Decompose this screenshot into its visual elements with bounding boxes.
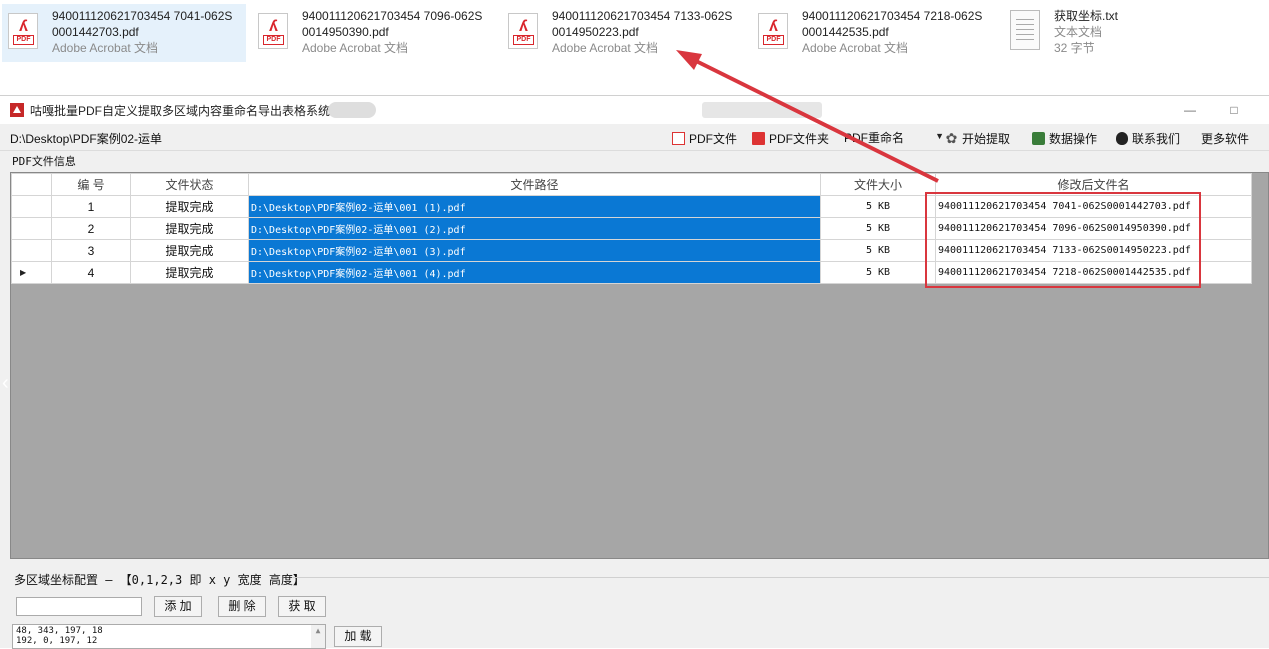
file-name: 获取坐标.txt xyxy=(1054,9,1119,23)
file-name-line1: 940011120621703454 7096-062S xyxy=(302,9,483,23)
text-file-icon xyxy=(1010,10,1046,54)
coords-line: 48, 343, 197, 18 xyxy=(16,626,103,636)
file-name-line2: 0014950223.pdf xyxy=(552,25,639,39)
file-size: 32 字节 xyxy=(1054,41,1095,55)
pdf-file-icon: ʎ PDF xyxy=(508,10,544,54)
cell-no[interactable]: 2 xyxy=(51,217,131,240)
cell-path[interactable]: D:\Desktop\PDF案例02-运单\001 (3).pdf xyxy=(248,239,821,262)
file-item-3[interactable]: ʎ PDF 940011120621703454 7133-062S 001495… xyxy=(502,4,746,62)
col-header-status[interactable]: 文件状态 xyxy=(130,173,249,196)
app-logo-icon xyxy=(10,103,24,117)
cell-status[interactable]: 提取完成 xyxy=(130,261,249,284)
cell-newname[interactable]: 940011120621703454 7133-062S0014950223.p… xyxy=(935,239,1252,262)
pdf-file-icon: ʎ PDF xyxy=(758,10,794,54)
row-header[interactable] xyxy=(11,195,52,218)
pdf-folder-button[interactable]: PDF文件夹 xyxy=(752,128,829,148)
file-item-2[interactable]: ʎ PDF 940011120621703454 7096-062S 001495… xyxy=(252,4,496,62)
coords-input[interactable] xyxy=(16,597,142,616)
cell-size[interactable]: 5 KB xyxy=(820,239,936,262)
get-button[interactable]: 获 取 xyxy=(278,596,326,617)
qq-icon xyxy=(1116,131,1128,145)
start-extract-button[interactable]: ✿ 开始提取 xyxy=(945,128,1010,148)
pdf-file-icon: ʎ PDF xyxy=(8,10,44,54)
cell-path[interactable]: D:\Desktop\PDF案例02-运单\001 (1).pdf xyxy=(248,195,821,218)
cell-no[interactable]: 1 xyxy=(51,195,131,218)
file-name-line2: 0014950390.pdf xyxy=(302,25,389,39)
redacted-block xyxy=(328,102,376,118)
toolbar: D:\Desktop\PDF案例02-运单 PDF文件 PDF文件夹 PDF重命… xyxy=(0,124,1269,217)
file-item-1[interactable]: ʎ PDF 940011120621703454 7041-062S 000144… xyxy=(2,4,246,62)
rename-select[interactable]: PDF重命名 ▼ xyxy=(844,128,944,148)
scroll-up-icon[interactable]: ▲ xyxy=(311,625,325,648)
pdf-icon xyxy=(672,131,685,145)
window-title: 咕嘎批量PDF自定义提取多区域内容重命名导出表格系统 xyxy=(30,103,331,118)
cell-size[interactable]: 5 KB xyxy=(820,195,936,218)
cell-status[interactable]: 提取完成 xyxy=(130,195,249,218)
pdf-file-button[interactable]: PDF文件 xyxy=(672,128,737,148)
col-header-size[interactable]: 文件大小 xyxy=(820,173,936,196)
redacted-block xyxy=(702,102,822,118)
file-name-line2: 0001442703.pdf xyxy=(52,25,139,39)
coords-list[interactable]: 48, 343, 197, 18 192, 0, 197, 12 ▲ xyxy=(12,624,326,649)
cell-no[interactable]: 4 xyxy=(51,261,131,284)
cell-status[interactable]: 提取完成 xyxy=(130,217,249,240)
load-button[interactable]: 加 载 xyxy=(334,626,382,647)
col-header-no[interactable]: 编 号 xyxy=(51,173,131,196)
file-type: Adobe Acrobat 文档 xyxy=(802,41,909,55)
current-folder-path: D:\Desktop\PDF案例02-运单 xyxy=(10,132,163,146)
file-item-5[interactable]: 获取坐标.txt 文本文档 32 字节 xyxy=(1004,4,1154,62)
chevron-left-icon: ‹ xyxy=(2,372,9,394)
col-header-path[interactable]: 文件路径 xyxy=(248,173,821,196)
divider xyxy=(292,577,1269,578)
coords-line: 192, 0, 197, 12 xyxy=(16,636,98,646)
cell-path[interactable]: D:\Desktop\PDF案例02-运单\001 (4).pdf xyxy=(248,261,821,284)
minimize-button[interactable]: — xyxy=(1178,100,1202,120)
file-grid[interactable]: 编 号 文件状态 文件路径 文件大小 修改后文件名 1 提取完成 D:\Desk… xyxy=(10,172,1269,559)
cell-newname[interactable]: 940011120621703454 7096-062S0014950390.p… xyxy=(935,217,1252,240)
file-explorer-strip: ʎ PDF 940011120621703454 7041-062S 000144… xyxy=(0,0,1269,92)
add-button[interactable]: 添 加 xyxy=(154,596,202,617)
contact-button[interactable]: 联系我们 xyxy=(1116,128,1180,148)
file-type: 文本文档 xyxy=(1054,25,1103,39)
file-name-line1: 940011120621703454 7041-062S xyxy=(52,9,233,23)
cell-path[interactable]: D:\Desktop\PDF案例02-运单\001 (2).pdf xyxy=(248,217,821,240)
coords-config-label: 多区域坐标配置 — 【0,1,2,3 即 x y 宽度 高度】 xyxy=(14,573,305,587)
cell-status[interactable]: 提取完成 xyxy=(130,239,249,262)
more-software-button[interactable]: 更多软件 xyxy=(1201,128,1249,217)
grid-header-row: 编 号 文件状态 文件路径 文件大小 修改后文件名 xyxy=(11,173,1252,196)
cell-newname[interactable]: 940011120621703454 7041-062S0001442703.p… xyxy=(935,195,1252,218)
file-type: Adobe Acrobat 文档 xyxy=(302,41,409,55)
file-item-4[interactable]: ʎ PDF 940011120621703454 7218-062S 000144… xyxy=(752,4,996,62)
app-window: 咕嘎批量PDF自定义提取多区域内容重命名导出表格系统 — □ D:\Deskto… xyxy=(0,95,1269,649)
file-name-line1: 940011120621703454 7218-062S xyxy=(802,9,983,23)
cell-size[interactable]: 5 KB xyxy=(820,217,936,240)
gear-icon: ✿ xyxy=(945,129,958,146)
table-row[interactable]: 1 提取完成 D:\Desktop\PDF案例02-运单\001 (1).pdf… xyxy=(11,195,1252,218)
data-ops-button[interactable]: 数据操作 xyxy=(1032,128,1097,148)
col-header-newname[interactable]: 修改后文件名 xyxy=(935,173,1252,196)
title-bar[interactable]: 咕嘎批量PDF自定义提取多区域内容重命名导出表格系统 — □ xyxy=(0,96,1269,124)
current-row-marker-icon[interactable]: ▶ xyxy=(11,261,52,284)
folder-icon xyxy=(752,131,765,145)
cell-size[interactable]: 5 KB xyxy=(820,261,936,284)
group-label: PDF文件信息 xyxy=(12,155,76,168)
row-header[interactable] xyxy=(11,239,52,262)
table-row[interactable]: ▶ 4 提取完成 D:\Desktop\PDF案例02-运单\001 (4).p… xyxy=(11,261,1252,284)
row-header-corner xyxy=(11,173,52,196)
chevron-down-icon: ▼ xyxy=(935,131,944,141)
maximize-button[interactable]: □ xyxy=(1222,100,1246,120)
row-header[interactable] xyxy=(11,217,52,240)
table-row[interactable]: 2 提取完成 D:\Desktop\PDF案例02-运单\001 (2).pdf… xyxy=(11,217,1252,240)
cell-newname[interactable]: 940011120621703454 7218-062S0001442535.p… xyxy=(935,261,1252,284)
file-name-line2: 0001442535.pdf xyxy=(802,25,889,39)
pdf-file-icon: ʎ PDF xyxy=(258,10,294,54)
delete-button[interactable]: 删 除 xyxy=(218,596,266,617)
cell-no[interactable]: 3 xyxy=(51,239,131,262)
data-icon xyxy=(1032,131,1045,145)
file-name-line1: 940011120621703454 7133-062S xyxy=(552,9,733,23)
file-type: Adobe Acrobat 文档 xyxy=(552,41,659,55)
file-type: Adobe Acrobat 文档 xyxy=(52,41,159,55)
table-row[interactable]: 3 提取完成 D:\Desktop\PDF案例02-运单\001 (3).pdf… xyxy=(11,239,1252,262)
